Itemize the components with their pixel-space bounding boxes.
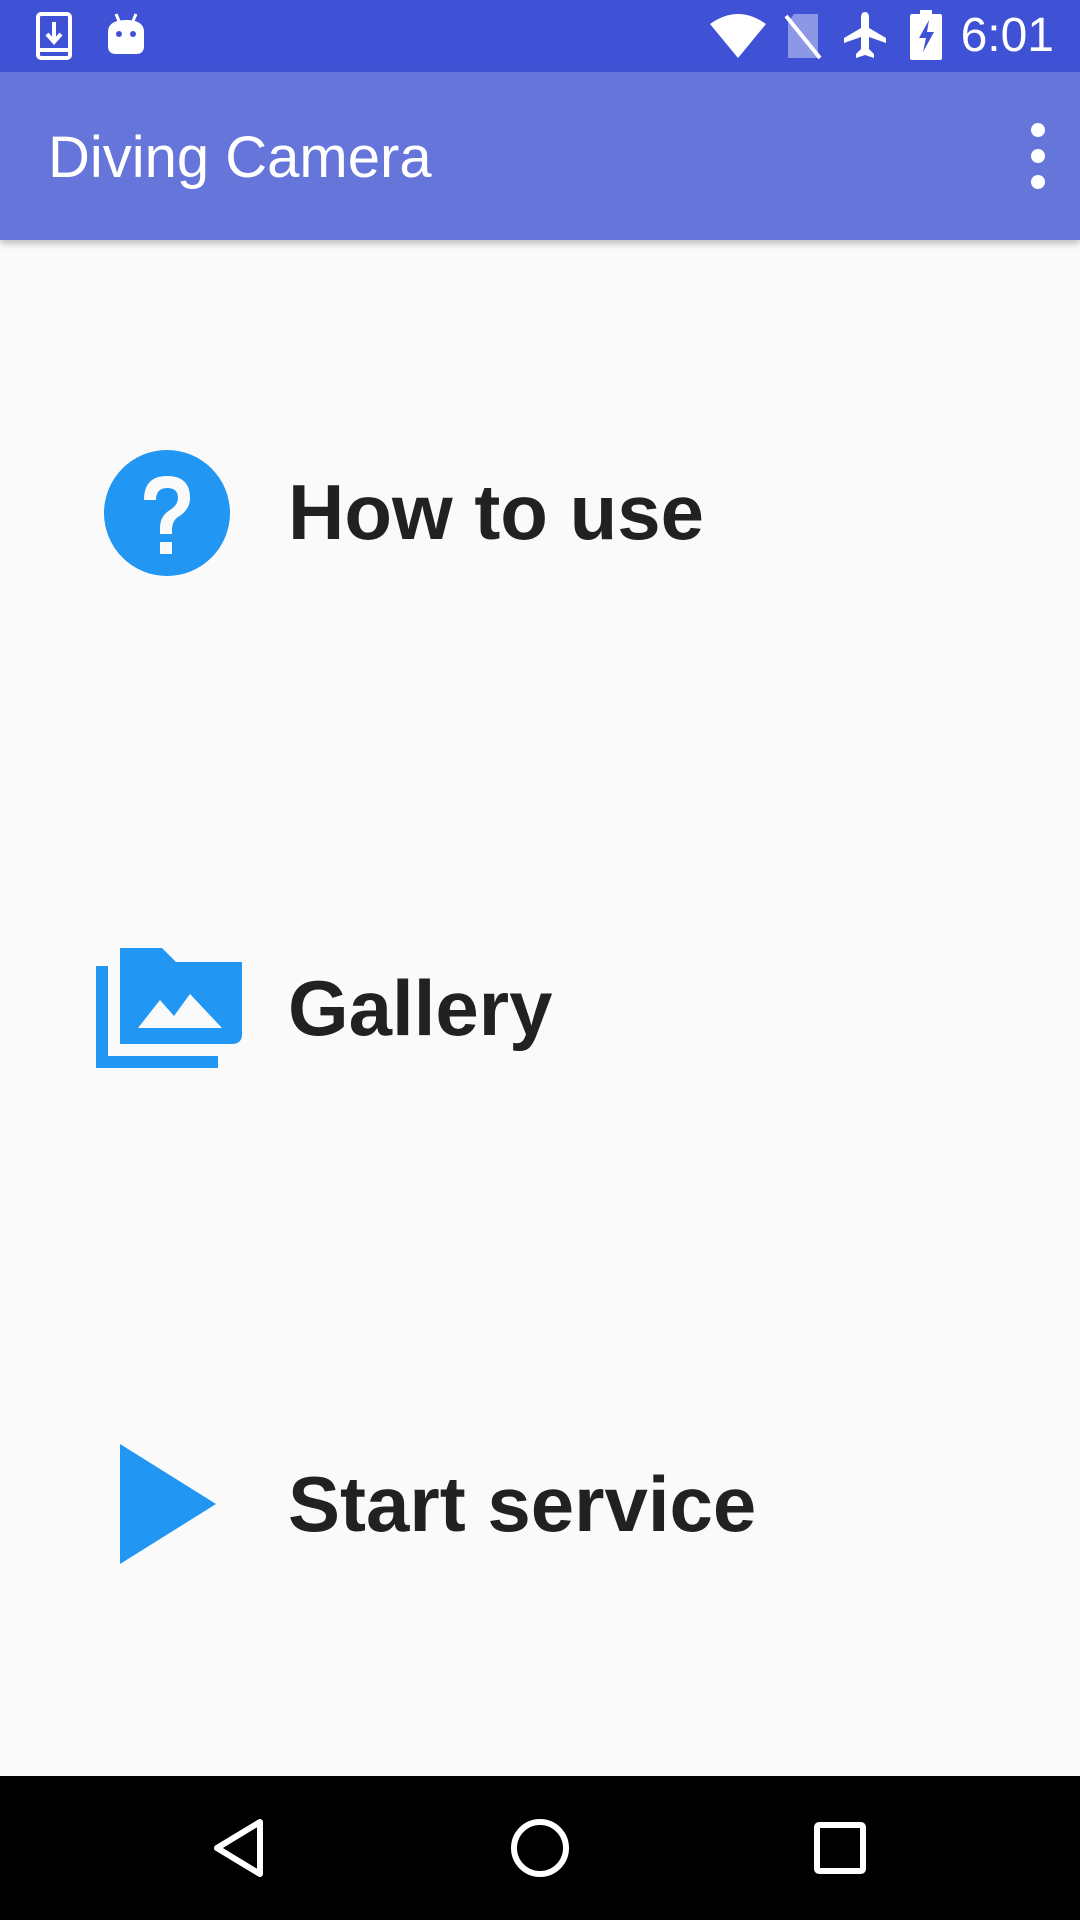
recents-button[interactable] bbox=[790, 1798, 890, 1898]
menu-item-label: How to use bbox=[288, 468, 705, 556]
back-icon bbox=[214, 1819, 263, 1877]
back-button[interactable] bbox=[190, 1798, 290, 1898]
menu-item-gallery[interactable]: Gallery bbox=[60, 908, 960, 1108]
play-icon bbox=[120, 1444, 216, 1564]
home-icon bbox=[511, 1819, 569, 1877]
airplane-mode-icon bbox=[844, 12, 886, 58]
wifi-icon bbox=[710, 14, 766, 58]
android-notification-icon bbox=[108, 13, 144, 54]
menu-item-how-to-use[interactable]: How to use bbox=[60, 412, 960, 612]
help-circle-icon bbox=[104, 450, 230, 576]
navigation-bar bbox=[0, 1776, 1080, 1920]
menu-item-label: Gallery bbox=[288, 964, 553, 1052]
photo-library-icon bbox=[96, 948, 242, 1068]
menu-item-start-service[interactable]: Start service bbox=[60, 1404, 960, 1604]
overflow-menu-button[interactable] bbox=[1010, 112, 1066, 200]
battery-charging-icon bbox=[910, 10, 942, 60]
app-bar: Diving Camera bbox=[0, 72, 1080, 240]
app-title: Diving Camera bbox=[48, 125, 432, 190]
menu-item-label: Start service bbox=[288, 1460, 757, 1548]
home-button[interactable] bbox=[490, 1798, 590, 1898]
main-menu: How to use Gallery Start service bbox=[0, 240, 1080, 1776]
recents-icon bbox=[814, 1822, 866, 1874]
download-notification-icon bbox=[36, 12, 72, 60]
more-vertical-icon bbox=[1031, 123, 1045, 189]
status-time: 6:01 bbox=[960, 9, 1054, 62]
no-sim-icon bbox=[784, 14, 822, 60]
status-bar: 6:01 bbox=[0, 0, 1080, 72]
